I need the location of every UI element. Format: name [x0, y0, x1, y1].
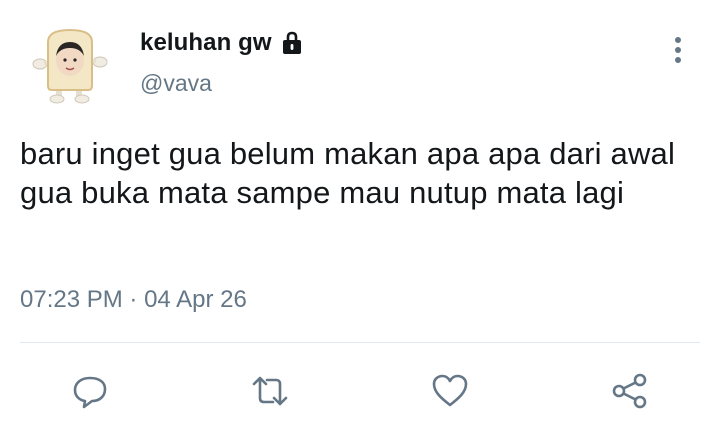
like-button[interactable] [427, 368, 473, 414]
retweet-button[interactable] [247, 368, 293, 414]
user-handle[interactable]: @vava [140, 70, 306, 97]
tweet-text: baru inget gua belum makan apa apa dari … [20, 136, 676, 210]
display-name-row: keluhan gw [140, 26, 306, 60]
tweet-timestamp[interactable]: 07:23 PM · 04 Apr 26 [20, 286, 247, 314]
share-button[interactable] [607, 368, 653, 414]
avatar[interactable] [32, 26, 112, 106]
heart-icon [432, 374, 468, 407]
share-icon [612, 373, 647, 409]
reply-icon [73, 376, 107, 409]
tweet-time: 07:23 PM [20, 286, 123, 313]
tweet-date: 04 Apr 26 [144, 286, 247, 313]
display-name[interactable]: keluhan gw [140, 29, 272, 57]
more-vertical-icon[interactable] [666, 34, 690, 66]
divider [20, 342, 700, 343]
lock-icon [278, 29, 306, 57]
retweet-icon [252, 376, 288, 406]
avatar-image [32, 28, 108, 104]
reply-button[interactable] [67, 368, 113, 414]
tweet-card: keluhan gw @vava baru inget gua belum ma… [0, 0, 720, 440]
action-bar [0, 368, 720, 414]
tweet-header: keluhan gw @vava [140, 26, 306, 97]
timestamp-separator: · [129, 286, 138, 313]
